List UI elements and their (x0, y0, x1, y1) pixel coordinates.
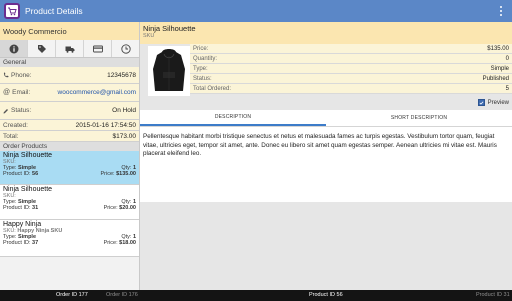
product-header: Ninja Silhouette SKU (140, 22, 512, 44)
attr-quantity: Quantity: 0 (190, 54, 512, 64)
page-title: Product Details (25, 6, 83, 16)
tab-description[interactable]: DESCRIPTION (140, 110, 326, 126)
hoodie-image-icon (148, 46, 190, 96)
tab-info[interactable] (0, 40, 28, 57)
tab-shipping[interactable] (56, 40, 84, 57)
product-price: Price: $18.00 (103, 240, 136, 246)
created-value: 2015-01-16 17:54:50 (75, 121, 136, 129)
product-price: Price: $135.00 (100, 171, 136, 177)
total-value: $173.00 (112, 132, 137, 140)
total-row: Total: $173.00 (0, 131, 139, 142)
product-id-current[interactable]: Product ID 56 (309, 292, 343, 298)
tab-products[interactable] (28, 40, 56, 57)
product-id: Product ID: 31 (3, 205, 39, 211)
product-name: Happy Ninja (3, 221, 42, 228)
created-label: Created: (3, 121, 28, 129)
check-icon (479, 100, 484, 105)
product-name: Ninja Silhouette (3, 186, 53, 193)
product-id-next[interactable]: Product ID 31 (476, 292, 510, 298)
total-label: Total: (3, 132, 19, 140)
phone-value: 12345678 (107, 71, 136, 79)
product-title: Ninja Silhouette (143, 24, 196, 33)
phone-icon (3, 72, 9, 78)
overflow-menu-icon[interactable] (499, 6, 503, 16)
product-price: Price: $20.00 (103, 205, 136, 211)
product-attributes: Price: $135.00 Quantity: 0 Type: Simple Sta… (190, 44, 512, 94)
attr-status: Status: Published (190, 74, 512, 84)
product-name: Ninja Silhouette (3, 152, 53, 159)
app-logo-icon[interactable] (4, 3, 20, 19)
phone-row[interactable]: Phone: 12345678 (0, 67, 139, 84)
product-image[interactable] (148, 46, 190, 96)
preview-toggle[interactable]: Preview (477, 99, 509, 106)
tab-history[interactable] (112, 40, 139, 57)
description-tabs: DESCRIPTION SHORT DESCRIPTION (140, 110, 512, 127)
attr-price: Price: $135.00 (190, 44, 512, 54)
navigation-bar: Order ID 177 Order ID 176 Product ID 56 … (0, 290, 512, 301)
tag-icon (37, 44, 46, 53)
truck-icon (65, 46, 74, 53)
section-order-products: Order Products (0, 142, 139, 151)
credit-card-icon (92, 45, 103, 52)
status-row[interactable]: Status: On Hold (0, 102, 139, 120)
status-label: Status: (11, 107, 32, 114)
status-value: On Hold (112, 107, 136, 114)
order-id-next[interactable]: Order ID 176 (106, 292, 138, 298)
section-general: General (0, 58, 139, 67)
customer-name: Woody Commercio (0, 22, 139, 40)
order-product-item[interactable]: Ninja Silhouette SKU: Type: Simple Qty: 1… (0, 185, 139, 220)
action-bar: Product Details (0, 0, 512, 22)
order-panel: Woody Commercio General Phone: 12345678 … (0, 22, 140, 290)
email-value[interactable]: woocommerce@gmail.com (58, 89, 136, 96)
preview-label: Preview (487, 99, 509, 106)
product-panel: Ninja Silhouette SKU Price: $135.00 Quant… (140, 22, 512, 290)
preview-checkbox[interactable] (477, 99, 485, 106)
attr-type: Type: Simple (190, 64, 512, 74)
tab-short-description[interactable]: SHORT DESCRIPTION (326, 110, 512, 126)
product-id: Product ID: 56 (3, 171, 39, 177)
created-row: Created: 2015-01-16 17:54:50 (0, 120, 139, 131)
order-product-item[interactable]: Ninja Silhouette SKU: Type: Simple Qty: 1… (0, 151, 139, 185)
info-icon (9, 44, 18, 53)
attr-total-ordered: Total Ordered: 5 (190, 84, 512, 94)
order-tabs (0, 40, 139, 58)
description-text: Pellentesque habitant morbi tristique se… (140, 127, 512, 202)
order-id-current[interactable]: Order ID 177 (56, 292, 88, 298)
email-label: Email: (12, 89, 31, 96)
email-row[interactable]: @ Email: woocommerce@gmail.com (0, 84, 139, 102)
product-sku-label: SKU (143, 33, 155, 39)
phone-label: Phone: (11, 71, 32, 79)
tab-payment[interactable] (84, 40, 112, 57)
product-id: Product ID: 37 (3, 240, 39, 246)
clock-icon (120, 43, 131, 54)
at-icon: @ (3, 89, 11, 96)
pencil-icon (3, 108, 8, 113)
order-product-item[interactable]: Happy Ninja SKU: Happy Ninja SKU Type: S… (0, 220, 139, 257)
